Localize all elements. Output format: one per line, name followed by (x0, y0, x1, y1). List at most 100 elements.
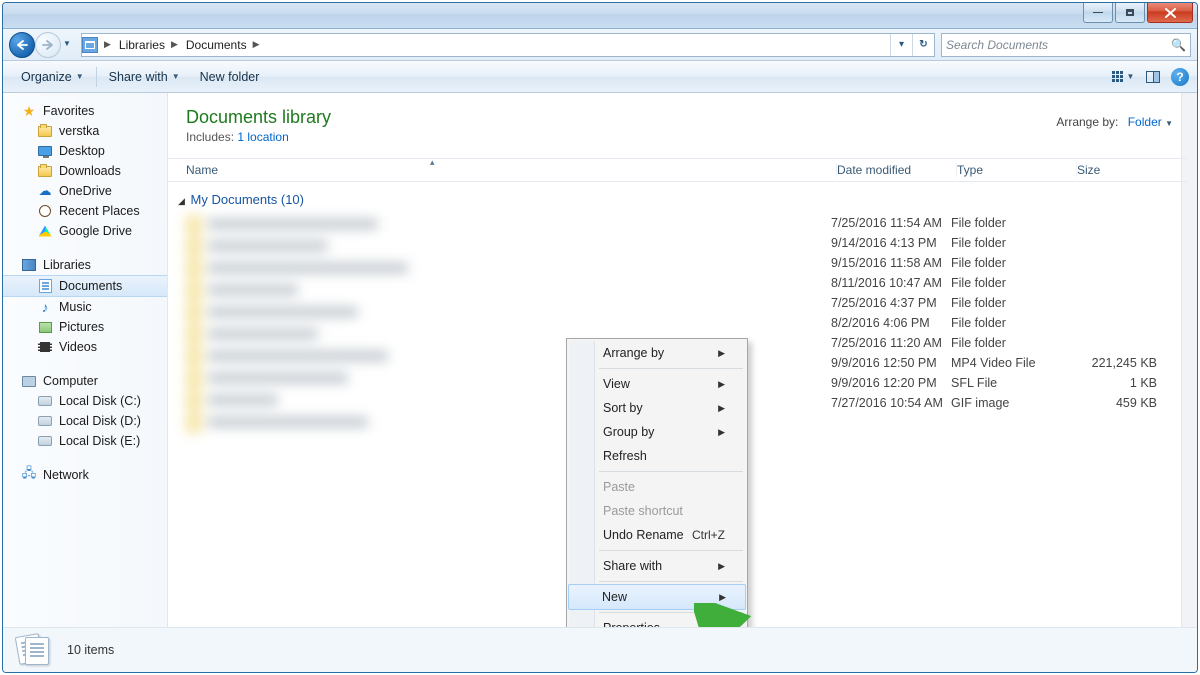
menu-refresh[interactable]: Refresh (569, 444, 745, 468)
menu-separator (599, 471, 743, 472)
item-count: 10 items (67, 643, 114, 657)
close-button[interactable] (1147, 3, 1193, 23)
clock-icon (39, 205, 51, 217)
history-dropdown[interactable]: ▼ (63, 39, 71, 48)
table-row[interactable]: 9/9/2016 12:20 PMSFL File1 KB (831, 373, 1181, 393)
google-drive-icon (39, 226, 52, 237)
new-folder-button[interactable]: New folder (190, 70, 270, 84)
table-row[interactable]: 8/11/2016 10:47 AMFile folder (831, 273, 1181, 293)
cell-size (1071, 253, 1181, 273)
sidebar-item-music[interactable]: ♪Music (3, 297, 167, 317)
menu-undo-rename[interactable]: Undo RenameCtrl+Z (569, 523, 745, 547)
col-size[interactable]: Size (1077, 163, 1187, 177)
sidebar-libraries[interactable]: Libraries (3, 255, 167, 275)
submenu-arrow-icon: ▶ (718, 348, 725, 359)
status-bar: 10 items (3, 627, 1197, 672)
menu-view[interactable]: View▶ (569, 372, 745, 396)
view-mode-button[interactable]: ▼ (1111, 66, 1135, 88)
menu-sort-by[interactable]: Sort by▶ (569, 396, 745, 420)
table-row[interactable]: 7/25/2016 4:37 PMFile folder (831, 293, 1181, 313)
search-placeholder: Search Documents (946, 38, 1048, 52)
cell-size: 221,245 KB (1071, 353, 1181, 373)
cell-date: 7/25/2016 4:37 PM (831, 293, 951, 313)
back-button[interactable] (9, 32, 35, 58)
breadcrumb-documents[interactable]: Documents (180, 34, 251, 56)
menu-paste-shortcut: Paste shortcut (569, 499, 745, 523)
documents-icon (39, 279, 52, 293)
libraries-icon (82, 37, 98, 53)
column-headers: Name ▴ Date modified Type Size (168, 158, 1187, 182)
address-bar[interactable]: ▶ Libraries ▶ Documents ▶ ▾ ↻ (81, 33, 935, 57)
refresh-button[interactable]: ↻ (912, 34, 934, 56)
minimize-button[interactable]: — (1083, 3, 1113, 23)
menu-share-with[interactable]: Share with▶ (569, 554, 745, 578)
cell-type: GIF image (951, 393, 1071, 413)
sidebar-computer[interactable]: Computer (3, 371, 167, 391)
sidebar-item-documents[interactable]: Documents (3, 275, 167, 297)
sidebar-item-pictures[interactable]: Pictures (3, 317, 167, 337)
breadcrumb-libraries[interactable]: Libraries (113, 34, 169, 56)
arrange-by-dropdown[interactable]: Folder ▼ (1128, 115, 1173, 129)
cell-type: File folder (951, 253, 1071, 273)
sidebar-item-verstka[interactable]: verstka (3, 121, 167, 141)
submenu-arrow-icon: ▶ (718, 427, 725, 438)
help-button[interactable]: ? (1171, 68, 1189, 86)
col-date[interactable]: Date modified (837, 163, 957, 177)
submenu-arrow-icon: ▶ (719, 592, 726, 603)
table-row[interactable]: 9/14/2016 4:13 PMFile folder (831, 233, 1181, 253)
desktop-icon (38, 146, 52, 156)
menu-group-by[interactable]: Group by▶ (569, 420, 745, 444)
maximize-icon (1126, 9, 1134, 16)
disk-icon (38, 396, 52, 406)
address-dropdown[interactable]: ▾ (890, 34, 912, 56)
menu-new[interactable]: New▶ (568, 584, 746, 610)
libraries-icon (22, 259, 36, 271)
cell-date: 8/11/2016 10:47 AM (831, 273, 951, 293)
includes-link[interactable]: 1 location (237, 130, 288, 144)
cell-type: File folder (951, 213, 1071, 233)
maximize-button[interactable] (1115, 3, 1145, 23)
organize-menu[interactable]: Organize▼ (11, 70, 94, 84)
chevron-right-icon: ▶ (251, 39, 262, 50)
music-icon: ♪ (37, 299, 53, 315)
titlebar: — (3, 3, 1197, 29)
menu-separator (599, 550, 743, 551)
folder-icon (38, 166, 52, 177)
sort-indicator-icon: ▴ (430, 157, 435, 168)
sidebar-item-gdrive[interactable]: Google Drive (3, 221, 167, 241)
search-input[interactable]: Search Documents 🔍 (941, 33, 1191, 57)
share-with-menu[interactable]: Share with▼ (99, 70, 190, 84)
preview-pane-button[interactable] (1141, 66, 1165, 88)
expand-icon: ◢ (178, 196, 185, 206)
chevron-right-icon: ▶ (169, 39, 180, 50)
sidebar-favorites[interactable]: ★Favorites (3, 101, 167, 121)
table-row[interactable]: 7/27/2016 10:54 AMGIF image459 KB (831, 393, 1181, 413)
sidebar-item-videos[interactable]: Videos (3, 337, 167, 357)
close-icon (1165, 8, 1176, 18)
sidebar-item-onedrive[interactable]: ☁OneDrive (3, 181, 167, 201)
dropdown-icon: ▼ (76, 72, 84, 81)
table-row[interactable]: 7/25/2016 11:20 AMFile folder (831, 333, 1181, 353)
nav-buttons: ▼ (9, 31, 75, 59)
sidebar-item-downloads[interactable]: Downloads (3, 161, 167, 181)
table-row[interactable]: 9/9/2016 12:50 PMMP4 Video File221,245 K… (831, 353, 1181, 373)
sidebar-item-disk-e[interactable]: Local Disk (E:) (3, 431, 167, 451)
menu-arrange-by[interactable]: Arrange by▶ (569, 341, 745, 365)
sidebar-network[interactable]: 🖧Network (3, 465, 167, 485)
includes-label: Includes: (186, 130, 234, 144)
forward-button[interactable] (35, 32, 61, 58)
sidebar-item-disk-c[interactable]: Local Disk (C:) (3, 391, 167, 411)
sidebar-item-desktop[interactable]: Desktop (3, 141, 167, 161)
sidebar-item-disk-d[interactable]: Local Disk (D:) (3, 411, 167, 431)
sidebar-item-recent[interactable]: Recent Places (3, 201, 167, 221)
col-type[interactable]: Type (957, 163, 1077, 177)
dropdown-icon: ▼ (1127, 72, 1135, 81)
nav-pane: ★Favorites verstka Desktop Downloads ☁On… (3, 93, 168, 639)
table-row[interactable]: 9/15/2016 11:58 AMFile folder (831, 253, 1181, 273)
group-header[interactable]: ◢ My Documents (10) (168, 182, 1197, 213)
network-icon: 🖧 (21, 467, 37, 483)
submenu-arrow-icon: ▶ (718, 561, 725, 572)
col-name[interactable]: Name (186, 163, 837, 177)
table-row[interactable]: 7/25/2016 11:54 AMFile folder (831, 213, 1181, 233)
table-row[interactable]: 8/2/2016 4:06 PMFile folder (831, 313, 1181, 333)
